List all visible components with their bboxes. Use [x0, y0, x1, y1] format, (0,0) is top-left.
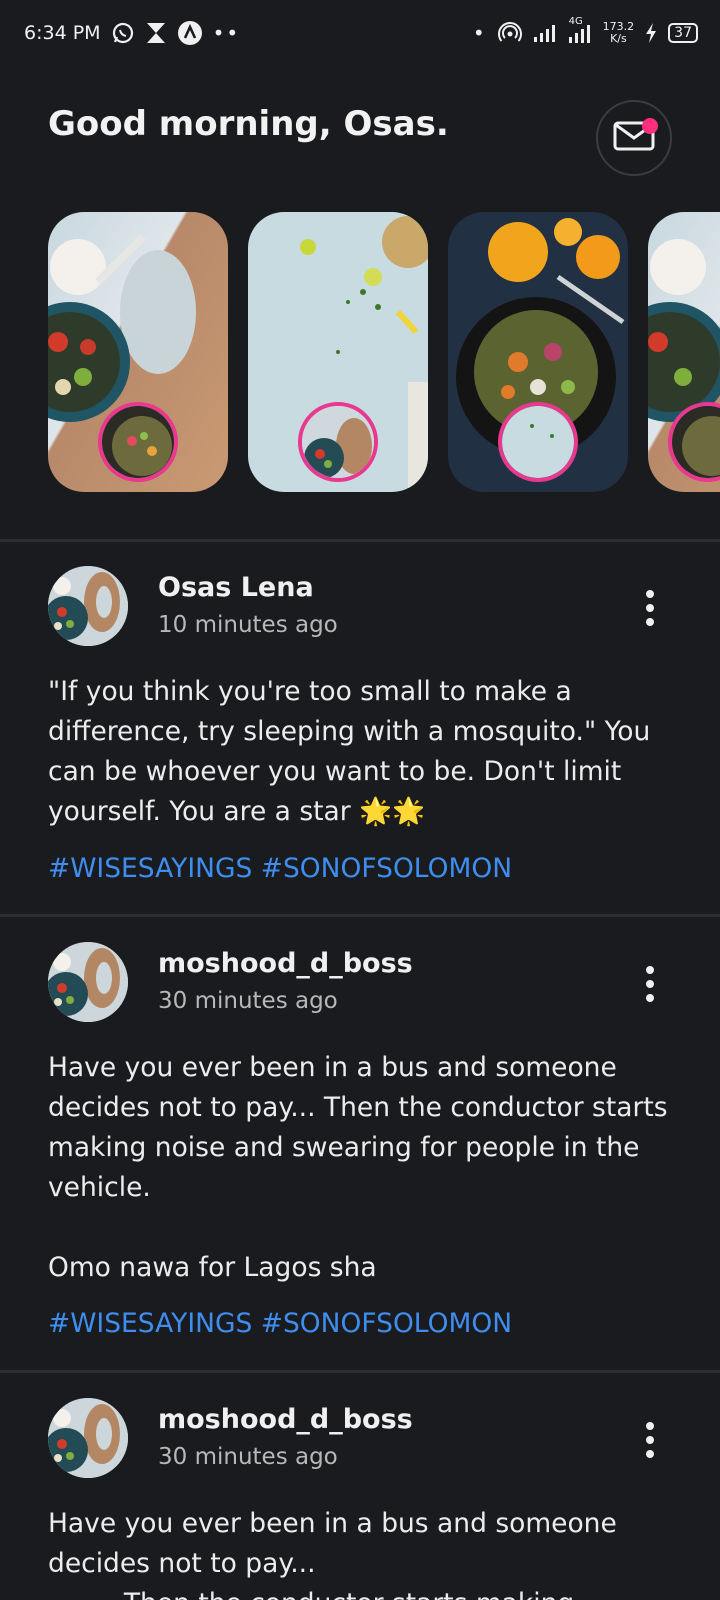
post-hashtags[interactable]: #WISESAYINGS #SONOFSOLOMON: [48, 853, 512, 884]
section-divider: [0, 539, 720, 542]
author-avatar[interactable]: [48, 1398, 128, 1478]
post-text: Have you ever been in a bus and someone …: [48, 1508, 617, 1600]
post-time: 10 minutes ago: [158, 612, 338, 638]
story-card[interactable]: [48, 212, 228, 492]
story-avatar: [298, 402, 378, 482]
signal-icon: [533, 23, 557, 43]
status-bar: 6:34 PM •• • 4G 173.2 K/s 37: [0, 0, 720, 66]
messages-button[interactable]: [596, 100, 672, 176]
story-avatar: [98, 402, 178, 482]
post-time: 30 minutes ago: [158, 988, 338, 1014]
post-time: 30 minutes ago: [158, 1444, 338, 1470]
status-dot: •: [472, 21, 487, 45]
more-notifications-icon: ••: [212, 21, 241, 45]
author-avatar[interactable]: [48, 566, 128, 646]
signal-4g-icon: 4G: [567, 16, 593, 44]
star-emoji: 🌟🌟: [359, 796, 426, 827]
feed-post: Osas Lena 10 minutes ago "If you think y…: [0, 566, 720, 906]
more-options-button[interactable]: [634, 1418, 666, 1462]
app-notification-icon: [177, 20, 203, 46]
status-time: 6:34 PM: [24, 22, 101, 44]
post-divider: [0, 914, 720, 917]
post-hashtags[interactable]: #WISESAYINGS #SONOFSOLOMON: [48, 1308, 512, 1339]
story-card[interactable]: [448, 212, 628, 492]
network-type: 4G: [568, 16, 583, 27]
post-text: "If you think you're too small to make a…: [48, 676, 659, 827]
hourglass-icon: [145, 21, 167, 45]
author-name[interactable]: moshood_d_boss: [158, 1404, 413, 1435]
author-name[interactable]: Osas Lena: [158, 572, 314, 603]
battery-icon: 37: [668, 23, 698, 43]
post-divider: [0, 1370, 720, 1373]
feed-post: moshood_d_boss 30 minutes ago Have you e…: [0, 1398, 720, 1600]
author-avatar[interactable]: [48, 942, 128, 1022]
charging-icon: [644, 22, 658, 44]
story-avatar: [498, 402, 578, 482]
network-speed: 173.2 K/s: [602, 20, 635, 45]
whatsapp-icon: [111, 21, 135, 45]
notification-dot: [642, 118, 658, 134]
story-card[interactable]: [648, 212, 720, 492]
feed-post: moshood_d_boss 30 minutes ago Have you e…: [0, 942, 720, 1362]
hotspot-icon: [497, 21, 523, 45]
greeting-title: Good morning, Osas.: [48, 104, 449, 144]
author-name[interactable]: moshood_d_boss: [158, 948, 413, 979]
stories-row: [48, 212, 720, 492]
story-card[interactable]: [248, 212, 428, 492]
more-options-button[interactable]: [634, 586, 666, 630]
post-text: Have you ever been in a bus and someone …: [48, 1052, 668, 1283]
more-options-button[interactable]: [634, 962, 666, 1006]
